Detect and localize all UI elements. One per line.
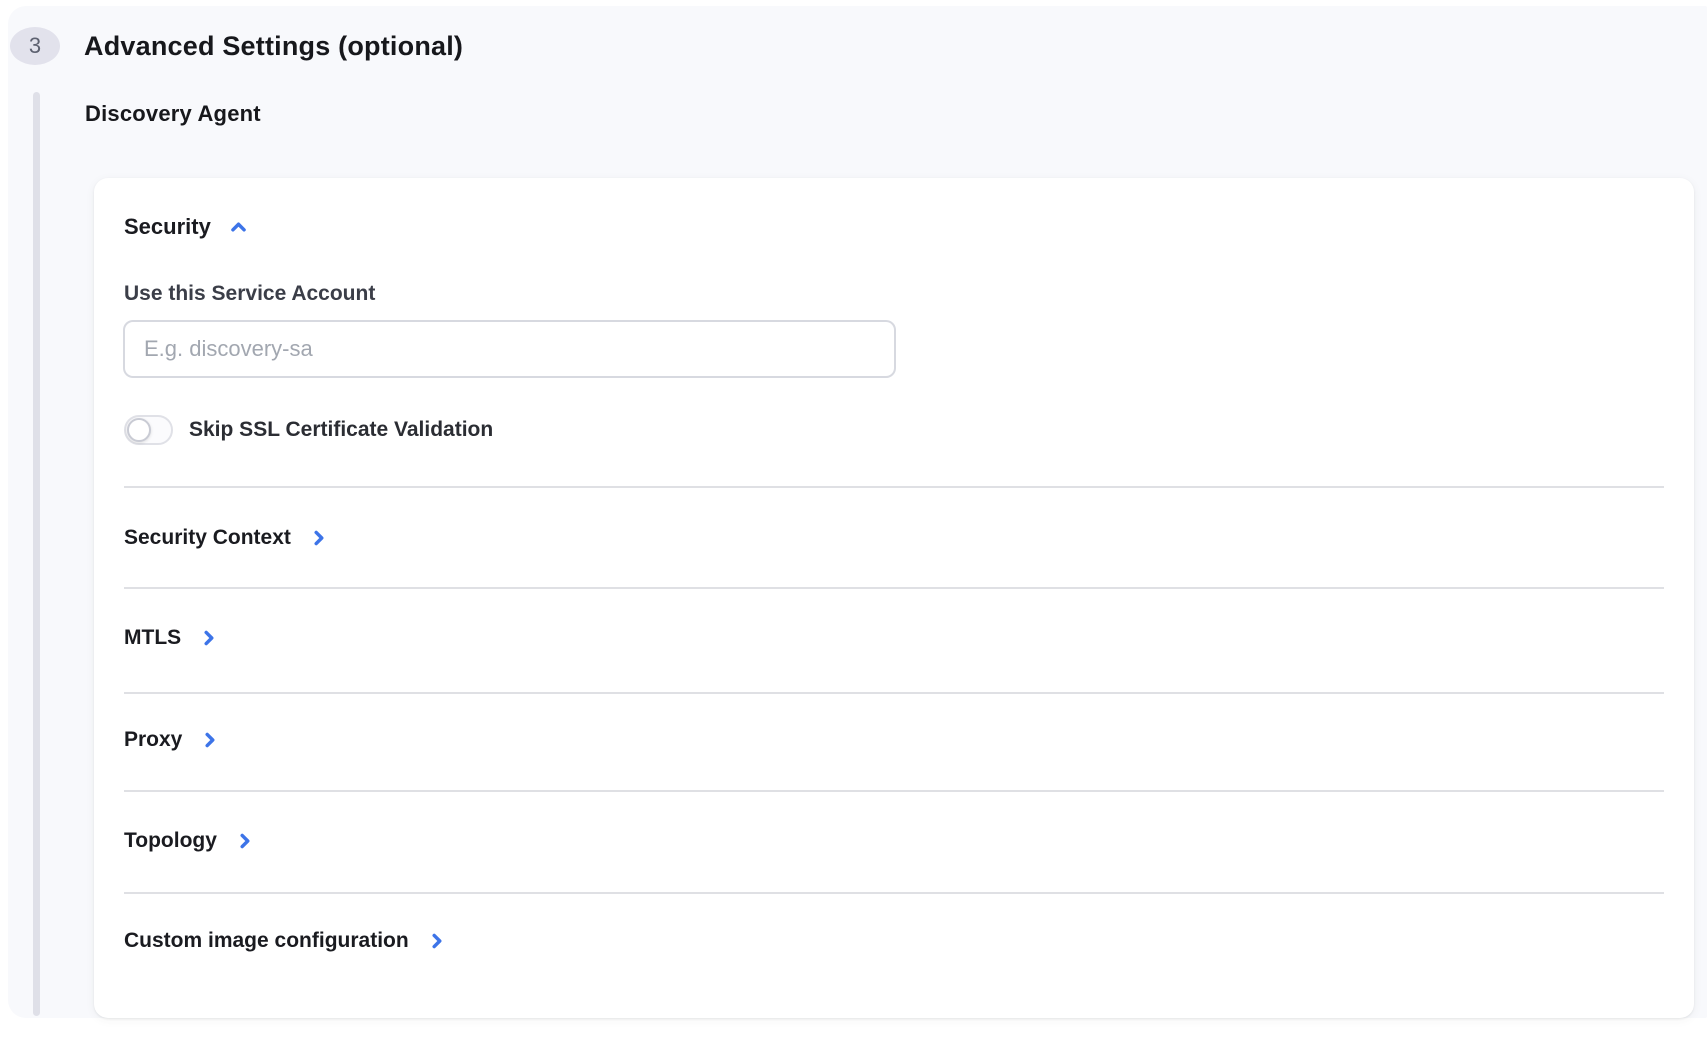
skip-ssl-label: Skip SSL Certificate Validation	[189, 418, 493, 442]
section-row-mtls[interactable]: MTLS	[124, 623, 220, 653]
divider	[124, 892, 1664, 894]
chevron-right-icon[interactable]	[233, 830, 256, 853]
chevron-right-icon[interactable]	[198, 729, 221, 752]
step-number: 3	[29, 33, 41, 59]
skip-ssl-toggle[interactable]	[124, 415, 173, 445]
section-label: Custom image configuration	[124, 929, 409, 953]
section-label: MTLS	[124, 626, 181, 650]
advanced-settings-card: Security Use this Service Account Skip S…	[94, 178, 1694, 1018]
skip-ssl-row: Skip SSL Certificate Validation	[124, 415, 493, 445]
step-connector-line	[33, 92, 40, 1016]
section-row-security-context[interactable]: Security Context	[124, 523, 330, 553]
section-label: Proxy	[124, 728, 182, 752]
divider	[124, 692, 1664, 694]
page-title: Advanced Settings (optional)	[84, 27, 463, 65]
section-row-security[interactable]: Security	[124, 213, 250, 241]
section-label: Topology	[124, 829, 217, 853]
divider	[124, 587, 1664, 589]
discovery-agent-heading: Discovery Agent	[85, 101, 261, 127]
section-row-topology[interactable]: Topology	[124, 826, 256, 856]
chevron-right-icon[interactable]	[197, 627, 220, 650]
section-row-proxy[interactable]: Proxy	[124, 725, 221, 755]
section-label: Security	[124, 214, 211, 240]
chevron-up-icon[interactable]	[227, 216, 250, 239]
service-account-input[interactable]	[123, 320, 896, 378]
section-row-custom-image-configuration[interactable]: Custom image configuration	[124, 926, 448, 956]
divider	[124, 790, 1664, 792]
service-account-label: Use this Service Account	[124, 282, 375, 306]
chevron-right-icon[interactable]	[307, 527, 330, 550]
toggle-knob	[127, 418, 151, 442]
divider	[124, 486, 1664, 488]
section-label: Security Context	[124, 526, 291, 550]
step-number-badge: 3	[10, 27, 60, 65]
chevron-right-icon[interactable]	[425, 930, 448, 953]
